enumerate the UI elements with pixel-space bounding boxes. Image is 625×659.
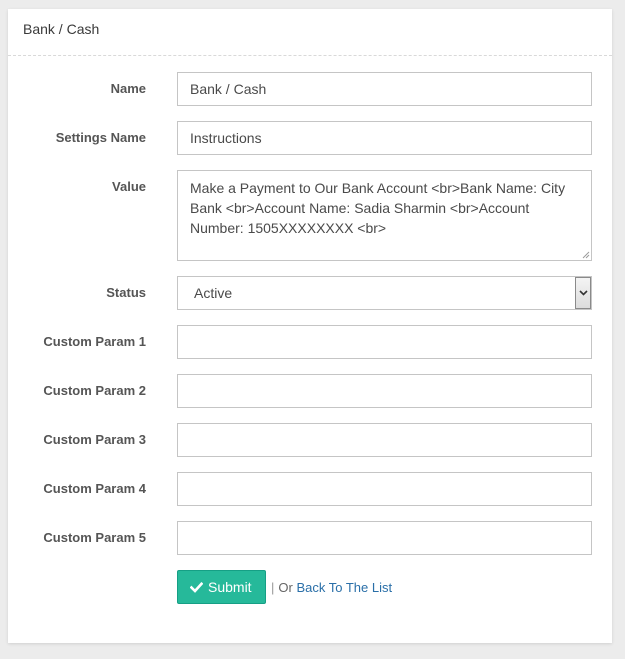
panel-divider [8, 55, 612, 56]
back-to-list-link[interactable]: Back To The List [296, 580, 392, 595]
custom-param-5-input[interactable] [177, 521, 592, 555]
settings-name-label: Settings Name [55, 130, 146, 145]
custom-param-2-label: Custom Param 2 [43, 383, 146, 398]
or-text: Or [278, 580, 293, 595]
status-selected-value: Active [194, 285, 233, 301]
submit-button-label: Submit [208, 579, 252, 595]
status-select[interactable]: Active [177, 276, 592, 310]
status-dropdown-button[interactable] [575, 277, 591, 309]
resize-grip-icon[interactable] [581, 250, 590, 259]
custom-param-1-input[interactable] [177, 325, 592, 359]
name-input[interactable] [177, 72, 592, 106]
value-label: Value [112, 179, 146, 194]
value-textarea[interactable]: Make a Payment to Our Bank Account <br>B… [177, 170, 592, 261]
custom-param-3-input[interactable] [177, 423, 592, 457]
check-icon [190, 581, 203, 593]
custom-param-4-label: Custom Param 4 [43, 481, 146, 496]
chevron-down-icon [579, 290, 588, 296]
panel-title: Bank / Cash [23, 21, 100, 37]
status-label: Status [106, 285, 146, 300]
custom-param-1-label: Custom Param 1 [43, 334, 146, 349]
custom-param-5-label: Custom Param 5 [43, 530, 146, 545]
name-label: Name [110, 81, 146, 96]
custom-param-4-input[interactable] [177, 472, 592, 506]
separator: | [271, 580, 275, 595]
submit-button[interactable]: Submit [177, 570, 266, 604]
custom-param-2-input[interactable] [177, 374, 592, 408]
back-links: | Or Back To The List [271, 580, 392, 595]
custom-param-3-label: Custom Param 3 [43, 432, 146, 447]
value-textarea-wrap: Make a Payment to Our Bank Account <br>B… [177, 170, 592, 261]
settings-panel: Bank / Cash Name Settings Name Value Mak… [8, 9, 612, 643]
settings-name-input[interactable] [177, 121, 592, 155]
